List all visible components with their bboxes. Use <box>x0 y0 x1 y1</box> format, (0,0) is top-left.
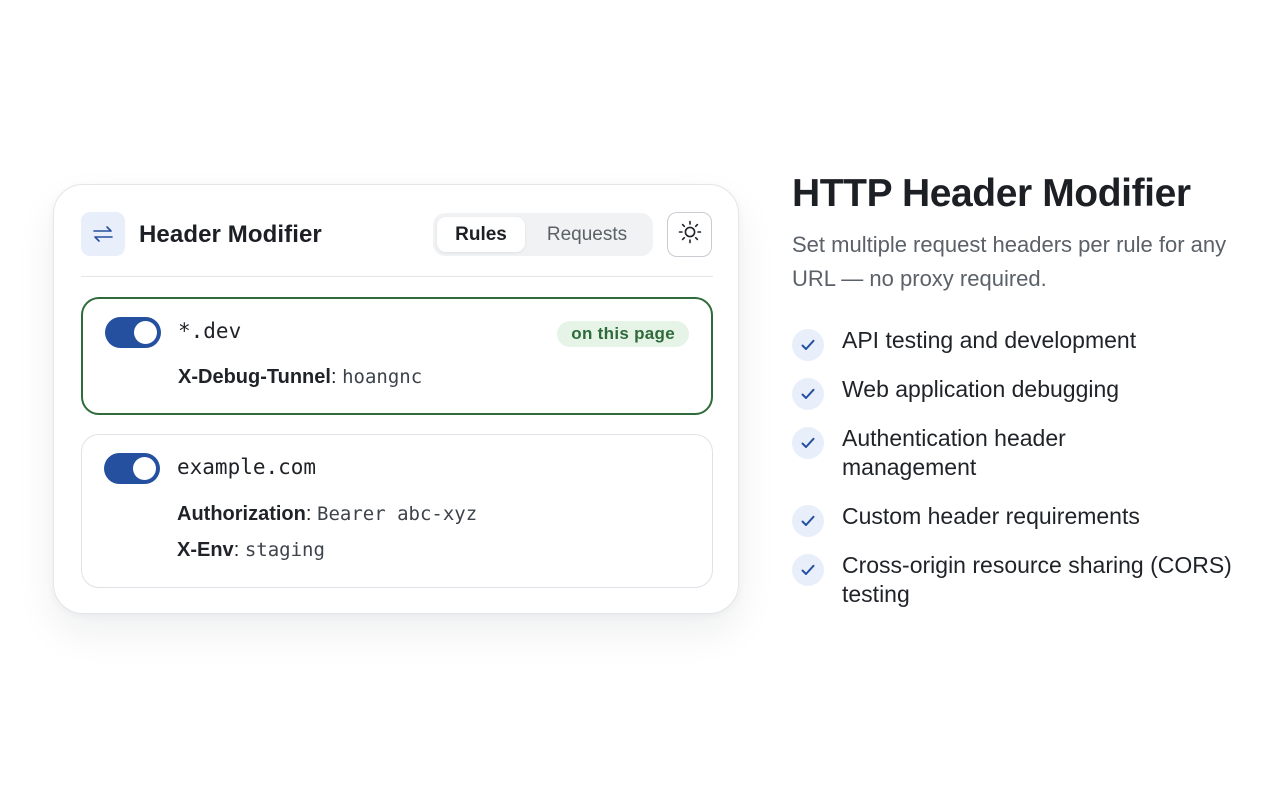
feature-label: Authentication header management <box>842 425 1066 480</box>
extension-popup: Header Modifier Rules Requests *.dev on … <box>53 184 739 614</box>
page-title: HTTP Header Modifier <box>792 172 1191 215</box>
feature-list: API testing and development Web applicat… <box>792 326 1232 629</box>
feature-item: API testing and development <box>792 326 1232 361</box>
rule-card[interactable]: example.com Authorization: Bearer abc-xy… <box>81 434 713 588</box>
feature-item: Cross-origin resource sharing (CORS) tes… <box>792 551 1242 609</box>
checkmark-icon <box>792 427 824 459</box>
rule-pattern: example.com <box>177 455 317 479</box>
sun-icon <box>677 219 703 250</box>
feature-item: Custom header requirements <box>792 502 1232 537</box>
header-separator: : <box>305 503 317 525</box>
header-divider <box>81 276 713 277</box>
page: Header Modifier Rules Requests *.dev on … <box>0 0 1280 800</box>
header-separator: : <box>330 366 343 388</box>
header-entry: Authorization: Bearer abc-xyz <box>177 503 477 526</box>
feature-label: Web application debugging <box>842 376 1120 402</box>
header-value: hoangnc <box>342 366 423 388</box>
feature-label: Custom header requirements <box>842 503 1140 529</box>
theme-toggle-button[interactable] <box>667 212 712 257</box>
header-name: X-Debug-Tunnel <box>178 366 331 388</box>
popup-header: Header Modifier Rules Requests <box>81 212 713 258</box>
header-name: Authorization <box>177 503 306 525</box>
rule-toggle[interactable] <box>105 317 161 348</box>
header-value: staging <box>244 539 325 561</box>
status-badge: on this page <box>557 321 689 347</box>
header-entry: X-Env: staging <box>177 539 325 562</box>
toggle-knob <box>133 457 156 480</box>
tab-rules[interactable]: Rules <box>437 217 525 252</box>
popup-title: Header Modifier <box>139 221 322 248</box>
header-value: Bearer abc-xyz <box>317 503 478 525</box>
page-subtitle: Set multiple request headers per rule fo… <box>792 232 1227 291</box>
view-tabs: Rules Requests <box>433 213 653 256</box>
feature-item: Authentication header management <box>792 424 1142 482</box>
header-entry: X-Debug-Tunnel: hoangnc <box>178 366 422 389</box>
feature-label: API testing and development <box>842 327 1137 353</box>
feature-item: Web application debugging <box>792 375 1232 410</box>
rule-card[interactable]: *.dev on this page X-Debug-Tunnel: hoang… <box>81 297 713 415</box>
feature-label: Cross-origin resource sharing (CORS) tes… <box>842 552 1232 607</box>
checkmark-icon <box>792 505 824 537</box>
checkmark-icon <box>792 329 824 361</box>
swap-arrows-icon <box>81 212 125 256</box>
header-separator: : <box>233 539 245 561</box>
toggle-knob <box>134 321 157 344</box>
rule-pattern: *.dev <box>178 319 242 343</box>
header-name: X-Env <box>177 539 234 561</box>
checkmark-icon <box>792 554 824 586</box>
checkmark-icon <box>792 378 824 410</box>
rule-toggle[interactable] <box>104 453 160 484</box>
tab-requests[interactable]: Requests <box>525 217 649 252</box>
